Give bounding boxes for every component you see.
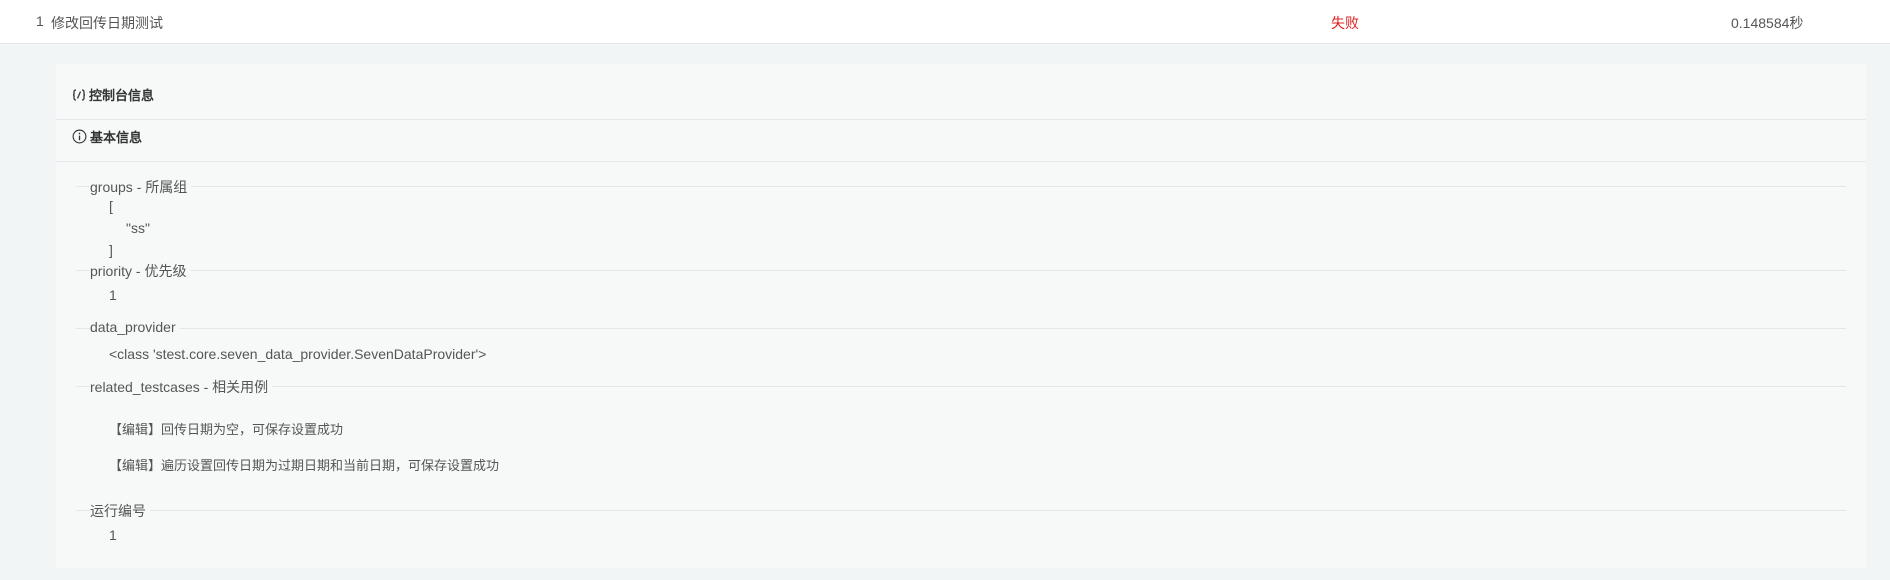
info-circle-icon bbox=[72, 129, 87, 144]
row-index: 1 bbox=[36, 13, 44, 29]
divider bbox=[56, 161, 1866, 162]
duration-label: 0.148584秒 bbox=[1731, 15, 1804, 31]
groups-legend: groups - 所属组 bbox=[90, 177, 192, 197]
basic-info-section-title: 基本信息 bbox=[90, 130, 143, 145]
divider bbox=[56, 119, 1866, 120]
basic-info-section-header[interactable]: 基本信息 bbox=[72, 127, 142, 146]
data-provider-legend: data_provider bbox=[90, 319, 180, 335]
run-number-legend: 运行编号 bbox=[90, 501, 150, 521]
fieldset-border bbox=[76, 386, 1846, 387]
data-provider-value: <class 'stest.core.seven_data_provider.S… bbox=[109, 346, 487, 362]
code-icon bbox=[72, 88, 86, 102]
related-testcase-link[interactable]: 【编辑】遍历设置回传日期为过期日期和当前日期，可保存设置成功 bbox=[109, 455, 499, 474]
detail-panel: 控制台信息 基本信息 groups - 所属组 [ "ss" ] priorit… bbox=[56, 64, 1866, 568]
run-number-value: 1 bbox=[109, 527, 117, 543]
fieldset-border bbox=[76, 270, 1846, 271]
fieldset-border bbox=[76, 328, 1846, 329]
priority-value: 1 bbox=[109, 287, 117, 303]
testcase-row[interactable]: 1 修改回传日期测试 失败 0.148584秒 bbox=[0, 0, 1890, 44]
groups-close-bracket: ] bbox=[109, 242, 113, 258]
status-label: 失败 bbox=[1331, 15, 1359, 31]
fieldset-border bbox=[76, 186, 1846, 187]
testcase-detail: 控制台信息 基本信息 groups - 所属组 [ "ss" ] priorit… bbox=[0, 44, 1890, 580]
related-testcase-link[interactable]: 【编辑】回传日期为空，可保存设置成功 bbox=[109, 419, 343, 438]
priority-legend: priority - 优先级 bbox=[90, 261, 191, 281]
groups-open-bracket: [ bbox=[109, 198, 113, 214]
console-section-title: 控制台信息 bbox=[89, 88, 155, 103]
testcase-name: 修改回传日期测试 bbox=[51, 15, 163, 31]
fieldset-border bbox=[76, 510, 1846, 511]
console-section-header[interactable]: 控制台信息 bbox=[72, 85, 154, 104]
related-testcases-legend: related_testcases - 相关用例 bbox=[90, 377, 273, 397]
groups-item: "ss" bbox=[126, 220, 150, 236]
